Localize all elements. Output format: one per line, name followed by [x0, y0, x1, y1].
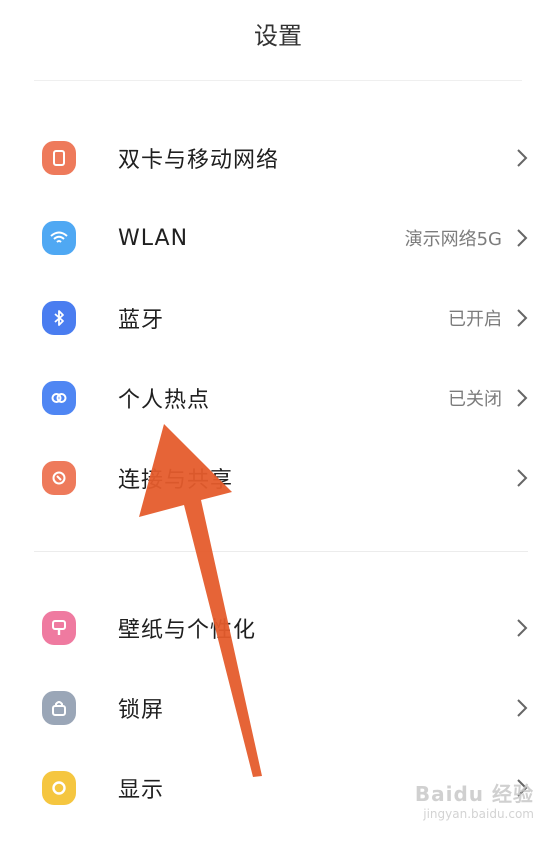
settings-item-connection-share[interactable]: 连接与共享 [0, 438, 556, 518]
wallpaper-icon [42, 611, 76, 645]
settings-item-bluetooth[interactable]: 蓝牙 已开启 [0, 278, 556, 358]
wifi-icon [42, 221, 76, 255]
display-icon [42, 771, 76, 805]
header-divider [34, 80, 522, 81]
lock-icon [42, 691, 76, 725]
settings-item-value: 已开启 [448, 309, 502, 330]
chevron-right-icon [516, 466, 528, 490]
page-title: 设置 [254, 22, 302, 50]
bluetooth-icon [42, 301, 76, 335]
sim-card-icon [42, 141, 76, 175]
chevron-right-icon [516, 386, 528, 410]
settings-item-label: 壁纸与个性化 [118, 618, 257, 643]
settings-item-hotspot[interactable]: 个人热点 已关闭 [0, 358, 556, 438]
connection-share-icon [42, 461, 76, 495]
settings-item-value: 已关闭 [448, 389, 502, 410]
section-divider [34, 551, 528, 552]
settings-item-label: 锁屏 [118, 698, 165, 723]
chevron-right-icon [516, 306, 528, 330]
settings-item-dual-sim[interactable]: 双卡与移动网络 [0, 118, 556, 198]
hotspot-icon [42, 381, 76, 415]
settings-item-lockscreen[interactable]: 锁屏 [0, 668, 556, 748]
settings-item-wlan[interactable]: WLAN 演示网络5G [0, 198, 556, 278]
settings-item-wallpaper[interactable]: 壁纸与个性化 [0, 588, 556, 668]
settings-item-label: 连接与共享 [118, 468, 234, 493]
watermark-url: jingyan.baidu.com [423, 807, 534, 821]
chevron-right-icon [516, 616, 528, 640]
settings-item-value: 演示网络5G [404, 229, 502, 250]
settings-item-label: 双卡与移动网络 [118, 148, 280, 173]
settings-item-label: 个人热点 [118, 388, 211, 413]
chevron-right-icon [516, 146, 528, 170]
chevron-right-icon [516, 696, 528, 720]
watermark-brand: Baidu 经验 [414, 782, 534, 806]
chevron-right-icon [516, 226, 528, 250]
settings-item-label: 蓝牙 [118, 308, 165, 333]
baidu-watermark: Baidu 经验 jingyan.baidu.com [404, 778, 534, 830]
settings-item-label: WLAN [118, 225, 189, 251]
settings-item-label: 显示 [118, 778, 165, 803]
